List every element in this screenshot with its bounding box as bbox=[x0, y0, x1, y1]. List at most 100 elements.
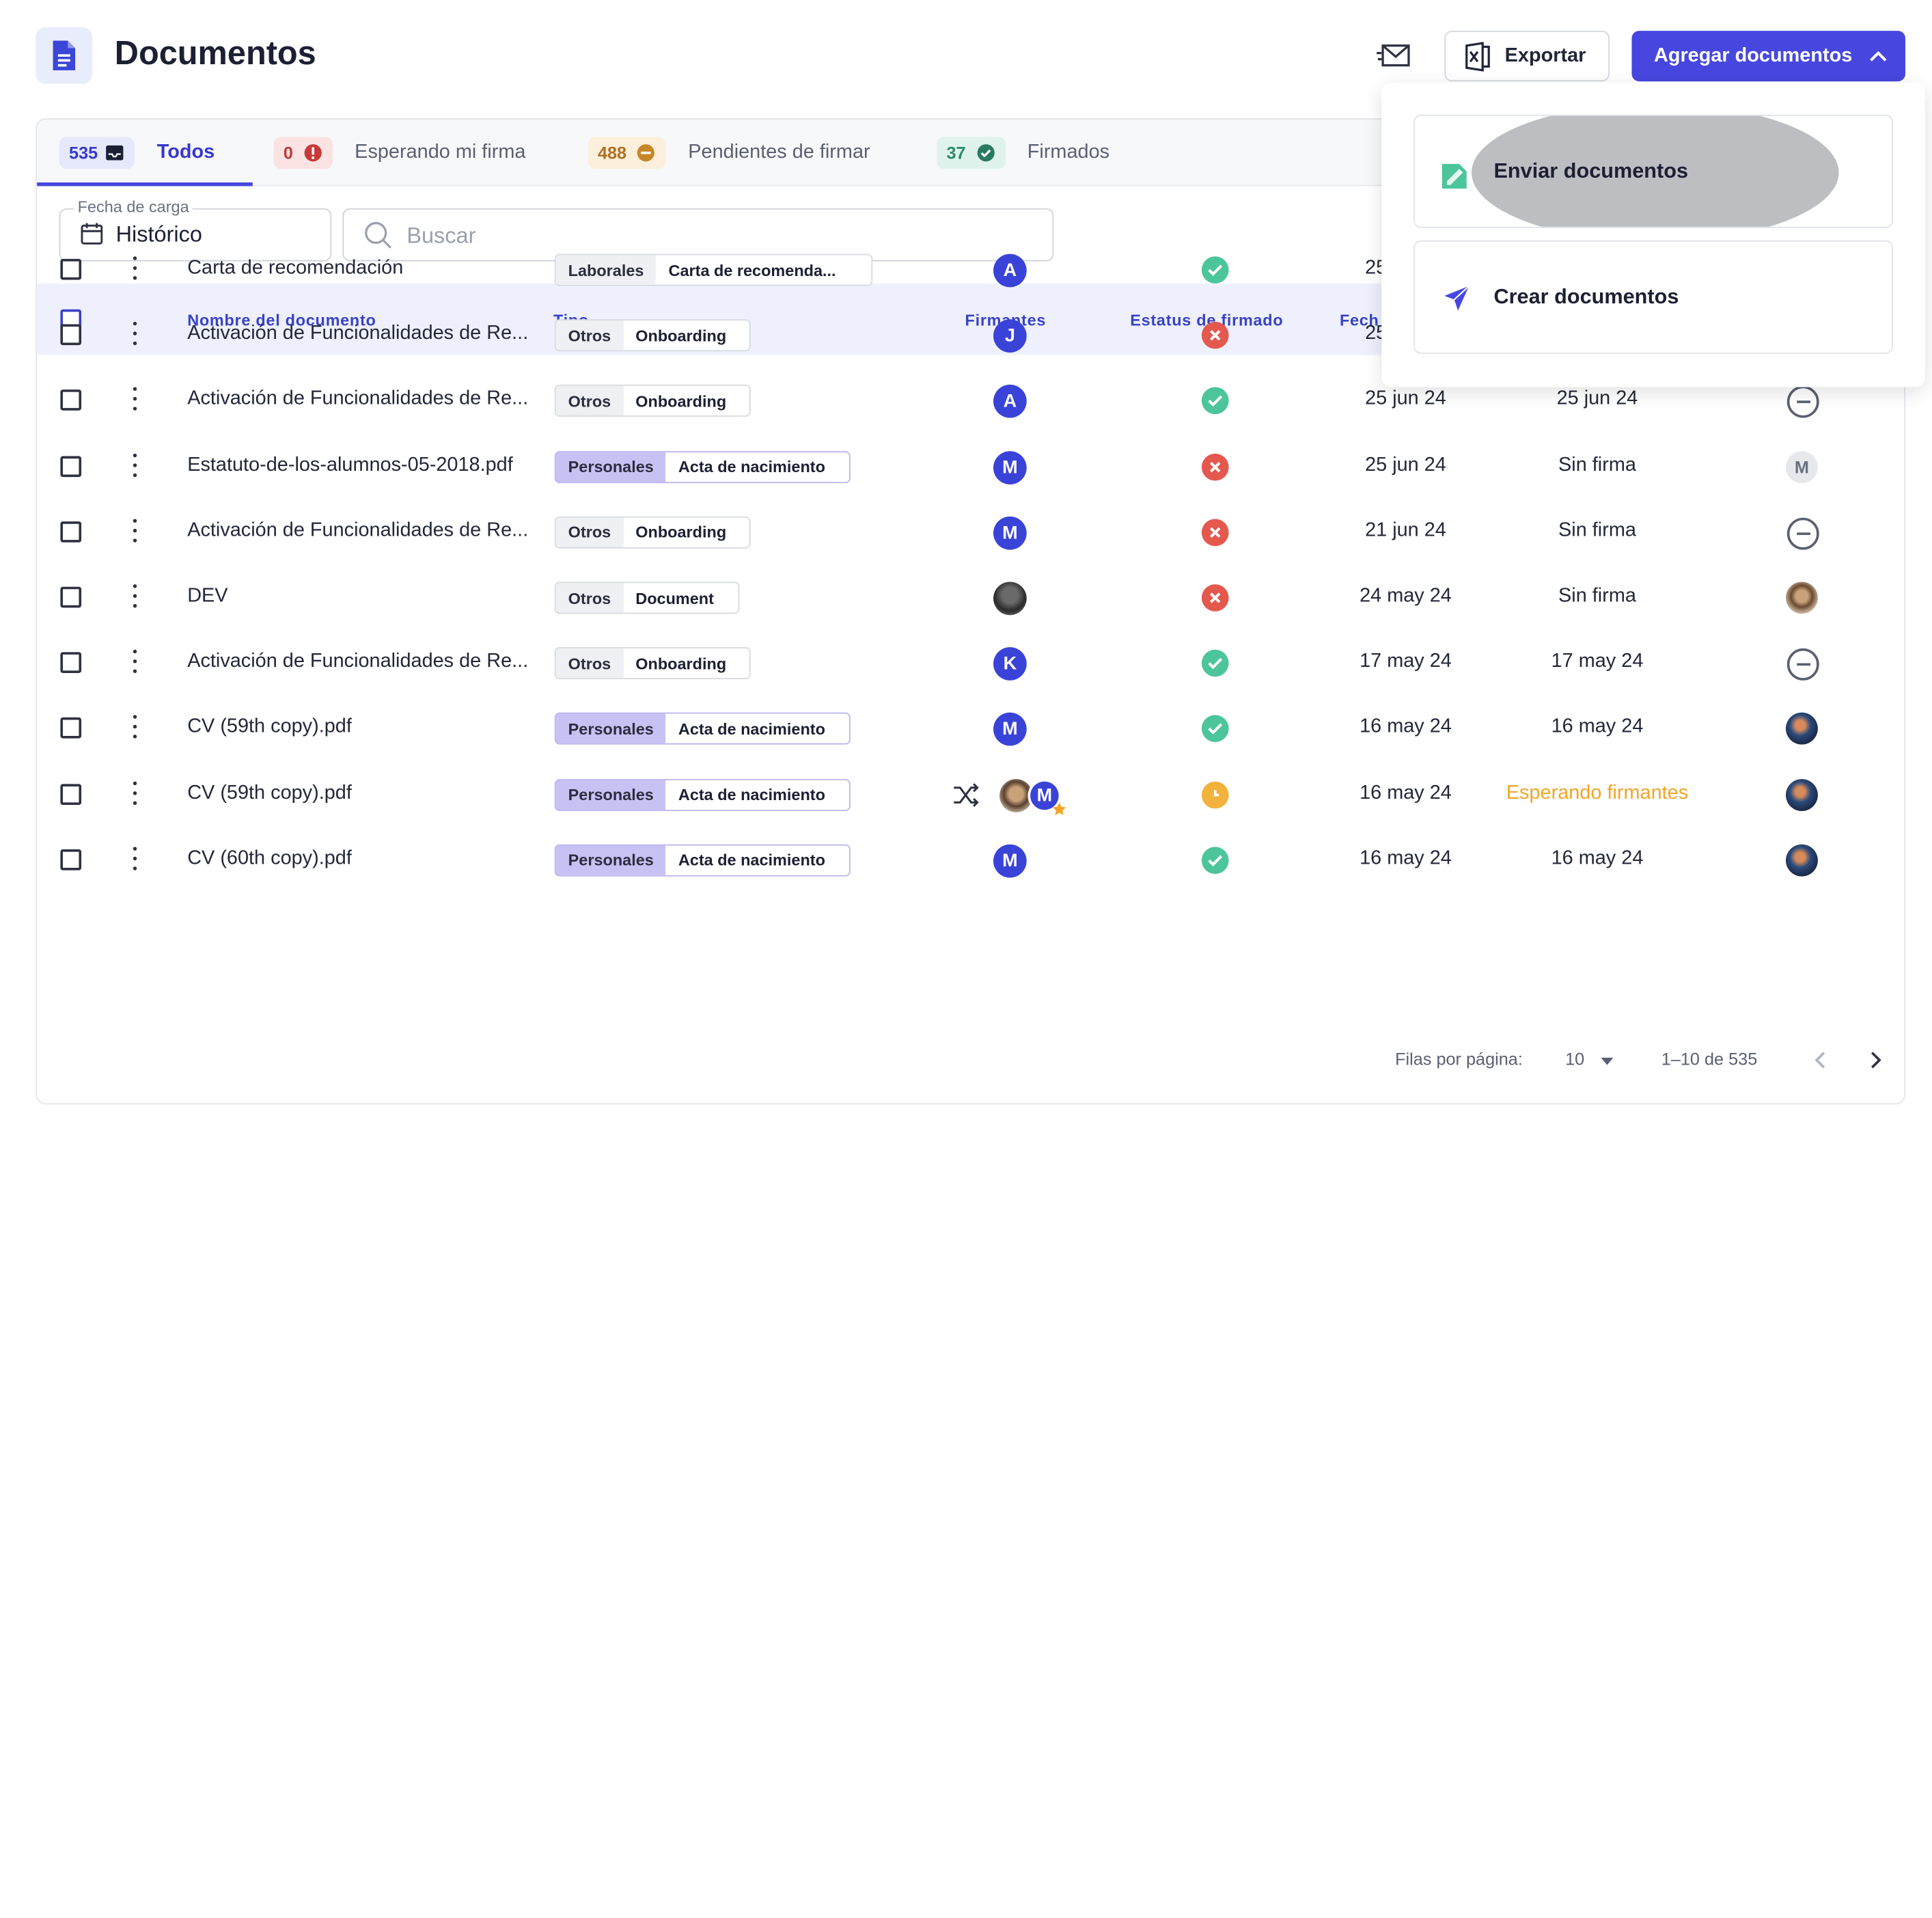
document-name[interactable]: Activación de Funcionalidades de Re... bbox=[187, 520, 528, 542]
document-name[interactable]: Activación de Funcionalidades de Re... bbox=[187, 651, 528, 673]
clock-icon bbox=[1213, 789, 1219, 796]
document-type-chip: Otros Document bbox=[554, 581, 740, 614]
send-mail-button[interactable] bbox=[1372, 37, 1416, 74]
menu-item-create-documents[interactable]: Crear documentos bbox=[1413, 240, 1893, 354]
tab-pendientes-de-firmar[interactable]: 488 Pendientes de firmar bbox=[588, 120, 870, 185]
row-menu-icon[interactable] bbox=[133, 453, 138, 482]
status-rejected-icon bbox=[1201, 519, 1229, 546]
document-name[interactable]: CV (59th copy).pdf bbox=[187, 717, 352, 739]
check-icon bbox=[1208, 724, 1223, 735]
row-checkbox[interactable] bbox=[60, 849, 82, 871]
row-checkbox[interactable] bbox=[60, 389, 82, 411]
document-type-chip: Personales Acta de nacimiento bbox=[554, 778, 851, 811]
rows-per-page-select[interactable]: 10 bbox=[1565, 1049, 1614, 1069]
type-category: Laborales bbox=[555, 255, 657, 285]
document-name[interactable]: Activación de Funcionalidades de Re... bbox=[187, 389, 528, 411]
signer-avatar[interactable]: A bbox=[993, 385, 1027, 419]
row-menu-icon[interactable] bbox=[133, 781, 138, 810]
check-icon bbox=[1208, 396, 1223, 407]
document-name[interactable]: Estatuto-de-los-alumnos-05-2018.pdf bbox=[187, 454, 513, 476]
tab-count-badge: 37 bbox=[937, 136, 1006, 169]
row-checkbox[interactable] bbox=[60, 521, 82, 543]
row-checkbox[interactable] bbox=[60, 455, 82, 477]
add-documents-button[interactable]: Agregar documentos bbox=[1631, 31, 1905, 82]
signer-avatar[interactable]: M bbox=[993, 844, 1027, 878]
row-checkbox[interactable] bbox=[60, 783, 82, 805]
check-icon bbox=[1208, 855, 1223, 866]
tab-esperando-mi-firma[interactable]: 0 Esperando mi firma bbox=[273, 120, 525, 185]
tab-count-badge: 535 bbox=[59, 136, 135, 169]
status-signed-icon bbox=[1201, 387, 1229, 415]
tab-firmados[interactable]: 37 Firmados bbox=[937, 120, 1109, 185]
tab-label: Firmados bbox=[1027, 141, 1110, 163]
uploader-avatar-photo[interactable] bbox=[1785, 713, 1818, 745]
document-name[interactable]: Activación de Funcionalidades de Re... bbox=[187, 323, 528, 345]
row-menu-icon[interactable] bbox=[133, 519, 138, 548]
row-menu-icon[interactable] bbox=[133, 715, 138, 745]
signer-avatar[interactable]: J bbox=[993, 319, 1027, 353]
row-checkbox[interactable] bbox=[60, 586, 82, 608]
type-subcategory: Onboarding bbox=[635, 654, 727, 673]
export-label: Exportar bbox=[1504, 44, 1586, 66]
document-name[interactable]: CV (60th copy).pdf bbox=[187, 848, 352, 870]
row-checkbox[interactable] bbox=[60, 324, 82, 346]
signer-avatar-photo[interactable] bbox=[993, 581, 1027, 616]
tab-todos[interactable]: 535 Todos bbox=[59, 120, 215, 185]
uploader-avatar-photo[interactable] bbox=[1785, 581, 1818, 614]
signed-date: Esperando firmantes bbox=[1506, 782, 1689, 804]
search-icon bbox=[365, 221, 392, 249]
row-checkbox[interactable] bbox=[60, 258, 82, 280]
active-tab-indicator bbox=[37, 182, 253, 187]
signer-avatar[interactable]: M bbox=[993, 450, 1027, 484]
check-icon bbox=[1208, 264, 1223, 276]
row-menu-icon[interactable] bbox=[133, 650, 138, 679]
row-menu-icon[interactable] bbox=[133, 846, 138, 876]
next-page-icon[interactable] bbox=[1870, 1052, 1882, 1069]
signed-date: 16 may 24 bbox=[1551, 847, 1644, 869]
document-type-chip: Laborales Carta de recomenda... bbox=[554, 254, 873, 286]
documents-icon bbox=[36, 27, 93, 84]
paper-plane-icon bbox=[1444, 285, 1470, 311]
export-button[interactable]: Exportar bbox=[1444, 31, 1610, 82]
signer-avatar[interactable]: M bbox=[993, 516, 1027, 550]
signer-avatar[interactable]: M bbox=[993, 713, 1027, 747]
row-checkbox[interactable] bbox=[60, 652, 82, 674]
x-icon bbox=[1210, 592, 1221, 603]
signer-avatar[interactable]: A bbox=[993, 254, 1027, 288]
type-subcategory: Acta de nacimiento bbox=[678, 457, 825, 476]
row-menu-icon[interactable] bbox=[133, 387, 138, 417]
document-sign-icon bbox=[1441, 163, 1467, 189]
signer-initial: M bbox=[1002, 456, 1018, 478]
signer-initial: M bbox=[1002, 522, 1018, 544]
row-menu-icon[interactable] bbox=[133, 256, 138, 286]
row-checkbox[interactable] bbox=[60, 717, 82, 739]
type-category: Otros bbox=[555, 386, 624, 416]
menu-item-label: Enviar documentos bbox=[1493, 159, 1689, 182]
tab-label: Todos bbox=[156, 141, 215, 163]
document-name[interactable]: Carta de recomendación bbox=[187, 258, 403, 279]
uploader-avatar-photo[interactable] bbox=[1785, 844, 1818, 877]
type-category: Otros bbox=[555, 517, 624, 547]
uploader-avatar-photo[interactable] bbox=[1785, 778, 1818, 811]
document-type-chip: Otros Onboarding bbox=[554, 647, 751, 680]
document-type-chip: Otros Onboarding bbox=[554, 385, 751, 417]
upload-date: 16 may 24 bbox=[1360, 847, 1452, 869]
row-menu-icon[interactable] bbox=[133, 584, 138, 614]
menu-item-send-documents[interactable]: Enviar documentos bbox=[1413, 114, 1893, 228]
upload-date: 25 jun 24 bbox=[1365, 388, 1446, 410]
uploader-initial: M bbox=[1794, 456, 1809, 477]
row-menu-icon[interactable] bbox=[133, 322, 138, 351]
signer-initial: A bbox=[1003, 391, 1017, 413]
type-subcategory: Onboarding bbox=[635, 523, 727, 542]
tab-label: Esperando mi firma bbox=[355, 141, 526, 163]
uploader-avatar[interactable]: M bbox=[1785, 450, 1818, 483]
type-subcategory: Document bbox=[635, 588, 714, 607]
tab-count: 0 bbox=[283, 142, 293, 163]
signed-date: Sin firma bbox=[1558, 585, 1636, 607]
document-name[interactable]: DEV bbox=[187, 586, 227, 607]
signer-avatar[interactable]: K bbox=[993, 647, 1027, 681]
tab-count-badge: 488 bbox=[588, 136, 666, 169]
document-name[interactable]: CV (59th copy).pdf bbox=[187, 782, 352, 804]
tab-count: 37 bbox=[946, 142, 966, 163]
prev-page-icon[interactable] bbox=[1814, 1052, 1826, 1069]
